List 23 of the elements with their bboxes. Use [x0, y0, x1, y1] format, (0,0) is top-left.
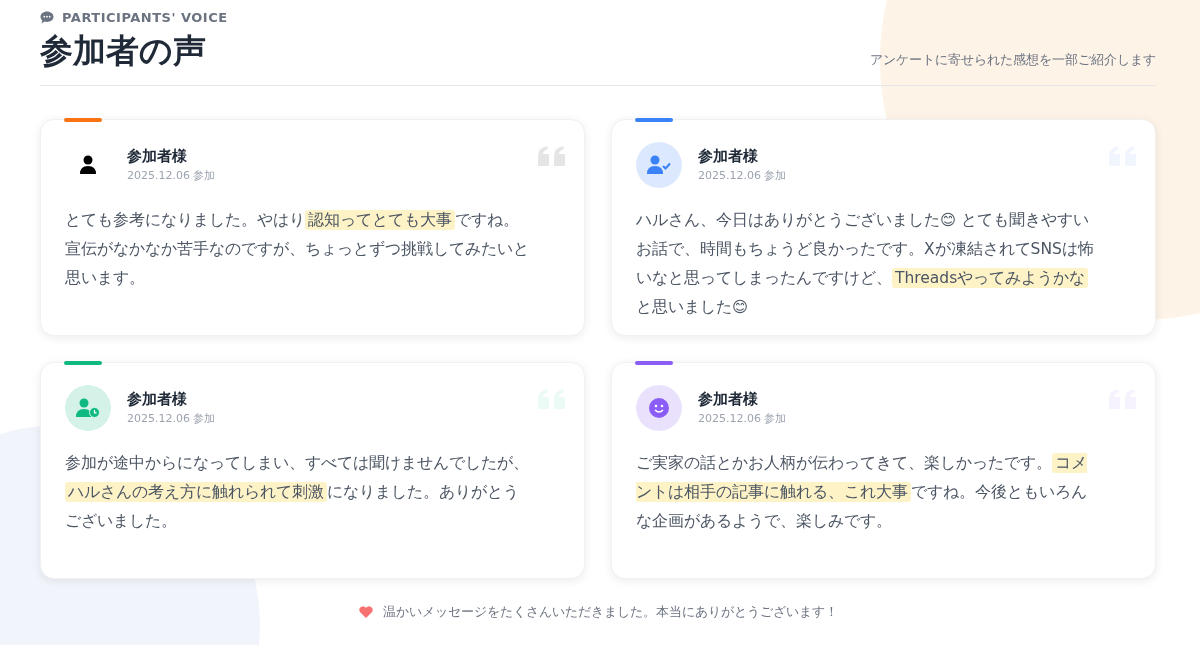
participant-name: 参加者様: [698, 389, 759, 409]
section-label: PARTICIPANTS' VOICE: [62, 10, 228, 25]
comment-text: ご実家の話とかお人柄が伝わってきて、楽しかったです。 コメントは相手の記事に触れる、これ大事 ですね。今後ともいろんな企画があるようで、楽しみです。: [636, 451, 1088, 532]
footer-message: 温かいメッセージをたくさんいただきました。本当にありがとうございます！: [382, 602, 838, 621]
speech-bubble-icon: [40, 11, 54, 24]
comment-text: ハルさん、今日はありがとうございました😊 とても聞きやすいお話で、時間もちょうど良かったです。Xが凍結されてSNSは怖いなと思ってしまったんですけど、 Threadsやってみようかな と思いました😊: [636, 209, 1095, 318]
participation-date: 2025.12.06 参加: [127, 167, 216, 183]
participation-date: 2025.12.06 参加: [698, 167, 787, 183]
page-title: 参加者の声: [40, 31, 207, 71]
person-icon: [79, 154, 97, 175]
participant-name: 参加者様: [698, 146, 759, 166]
participant-name: 参加者様: [127, 146, 188, 166]
quote-icon: [538, 145, 566, 166]
comment-text: とても参考になりました。やはり 認知ってとても大事 ですね。宣伝がなかなか苦手なのですが、ちょっとずつ挑戦してみたいと思います。: [65, 208, 530, 289]
person-clock-icon: [76, 397, 100, 418]
person-check-icon: [647, 154, 671, 175]
heart-icon: [358, 605, 373, 618]
participation-date: 2025.12.06 参加: [698, 410, 787, 426]
participant-name: 参加者様: [127, 389, 188, 409]
page-subtitle: アンケートに寄せられた感想を一部ご紹介します: [870, 50, 1156, 69]
participation-date: 2025.12.06 参加: [127, 410, 216, 426]
smiley-icon: [649, 397, 669, 418]
comment-text: 参加が途中からになってしまい、すべては聞けませんでしたが、 ハルさんの考え方に触れられて刺激 になりました。ありがとうございました。: [65, 452, 530, 532]
